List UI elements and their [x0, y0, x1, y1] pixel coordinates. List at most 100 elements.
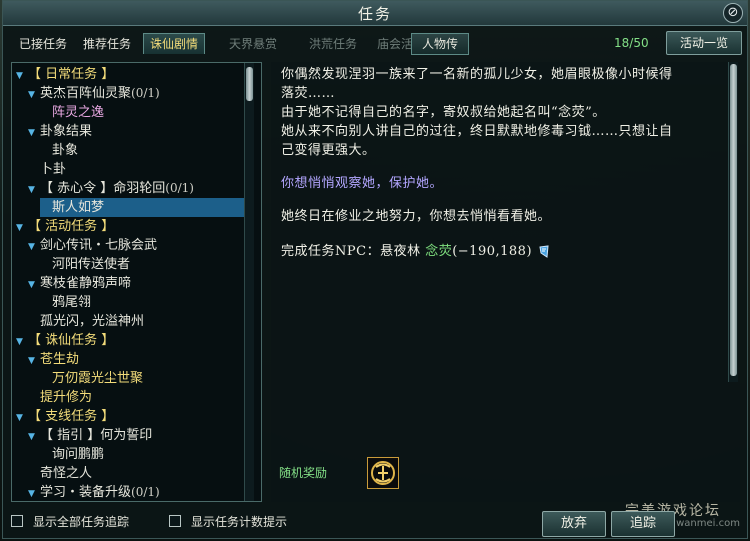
tree-category[interactable]: ▼ 【 日常任务 】	[16, 65, 114, 84]
tree-item-label: 孤光闪，光溢神州	[40, 314, 145, 329]
triangle-down-icon[interactable]: ▼	[28, 238, 40, 257]
tab-story[interactable]: 诛仙剧情	[143, 33, 206, 54]
triangle-down-icon[interactable]: ▼	[28, 428, 40, 447]
tree-item-label: 寒枝雀静鸦声啼	[40, 276, 132, 291]
tree-item-label: 卜卦	[40, 162, 67, 177]
tree-item-progress: (0/1)	[131, 86, 160, 100]
tree-category[interactable]: ▼ 【 活动任务 】	[16, 217, 114, 236]
tree-item-label: 苍生劫	[40, 352, 80, 367]
tree-item[interactable]: 孤光闪，光溢神州	[40, 312, 144, 331]
show-all-tracking-checkbox[interactable]	[11, 515, 23, 527]
tree-item[interactable]: ▼ 寒枝雀静鸦声啼	[28, 274, 131, 293]
tab-accepted[interactable]: 已接任务	[13, 34, 73, 54]
show-count-option[interactable]: 显示任务计数提示	[169, 514, 287, 530]
tree-item[interactable]: 鸦尾翎	[52, 293, 91, 312]
quest-tree: ▼ 【 日常任务 】 ▼ 英杰百阵仙灵聚(0/1) 阵灵之逸 ▼ 卦象结果 卦象 卜卦 ▼ 【 赤心…	[11, 62, 262, 502]
tree-item-label: 【 支线任务 】	[28, 409, 115, 424]
detail-line: 由于她不记得自己的名字，寄奴叔给她起名叫“念荧”。	[281, 105, 606, 120]
tree-item-label: 卦象	[52, 143, 79, 158]
tree-item[interactable]: ▼ 学习・装备升级(0/1)	[28, 483, 160, 501]
tree-item[interactable]: ▼ 剑心传讯・七脉会武	[28, 236, 157, 255]
show-all-tracking-option[interactable]: 显示全部任务追踪	[11, 514, 129, 530]
tree-item[interactable]: 卦象	[52, 141, 78, 160]
tree-item[interactable]: 河阳传送使者	[52, 255, 130, 274]
tree-item[interactable]: 阵灵之逸	[52, 103, 104, 122]
tree-item[interactable]: 万仞霞光尘世聚	[52, 369, 143, 388]
triangle-down-icon[interactable]: ▼	[16, 409, 28, 428]
window-title: 任务	[357, 5, 392, 23]
detail-scroll-thumb[interactable]	[730, 64, 737, 376]
show-count-label: 显示任务计数提示	[191, 515, 288, 529]
tree-scrollbar[interactable]	[244, 63, 254, 501]
triangle-down-icon[interactable]: ▼	[28, 124, 40, 143]
detail-action: 她终日在修业之地努力，你想去悄悄看看她。	[281, 209, 552, 224]
triangle-down-icon[interactable]: ▼	[16, 333, 28, 352]
npc-prefix: 完成任务NPC：悬夜林	[281, 244, 426, 259]
locator-icon[interactable]	[538, 245, 550, 259]
tree-item-label: 【 诛仙任务 】	[28, 333, 115, 348]
tree-item-label: 河阳传送使者	[52, 257, 131, 272]
tree-item-label: 【 指引 】何为誓印	[40, 428, 153, 443]
detail-scrollbar[interactable]	[728, 62, 738, 382]
show-all-tracking-label: 显示全部任务追踪	[33, 515, 130, 529]
tree-item-progress: (0/1)	[165, 181, 194, 195]
npc-line: 完成任务NPC：悬夜林 念荧(−190,188)	[281, 242, 532, 261]
detail-hint: 你想悄悄观察她，保护她。	[281, 176, 444, 191]
tree-item-label: 【 日常任务 】	[28, 67, 115, 82]
tree-item[interactable]: 提升修为	[40, 388, 92, 407]
tree-item-label: 【 赤心令 】命羽轮回	[40, 181, 166, 196]
tab-primordial[interactable]: 洪荒任务	[303, 34, 363, 54]
triangle-down-icon[interactable]: ▼	[28, 86, 40, 105]
tree-item-label: 提升修为	[40, 390, 93, 405]
quest-detail-panel: 你偶然发现涅羽一族来了一名新的孤儿少女，她眉眼极像小时候得 落荧…… 由于她不记…	[271, 62, 740, 502]
detail-line: 你偶然发现涅羽一族来了一名新的孤儿少女，她眉眼极像小时候得	[281, 67, 673, 82]
triangle-down-icon[interactable]: ▼	[28, 276, 40, 295]
activity-overview-button[interactable]: 活动一览	[666, 31, 742, 55]
tree-item-label: 阵灵之逸	[52, 105, 105, 120]
tab-bounty[interactable]: 天界悬赏	[223, 34, 283, 54]
tree-item-label: 鸦尾翎	[52, 295, 92, 310]
tree-item-progress: (0/1)	[131, 485, 160, 499]
triangle-down-icon[interactable]: ▼	[28, 485, 40, 501]
tree-item[interactable]: ▼ 【 指引 】何为誓印	[28, 426, 152, 445]
show-count-checkbox[interactable]	[169, 515, 181, 527]
track-button[interactable]: 追踪	[611, 511, 675, 537]
tab-biography[interactable]: 人物传	[411, 33, 470, 55]
detail-line: 落荧……	[281, 86, 336, 101]
tree-item[interactable]: ▼ 卦象结果	[28, 122, 92, 141]
tree-item[interactable]: ▼ 英杰百阵仙灵聚(0/1)	[28, 84, 160, 103]
reward-label: 随机奖励	[279, 466, 328, 480]
tree-item-label: 学习・装备升级	[40, 485, 132, 500]
tree-item-label: 斯人如梦	[52, 200, 105, 215]
tree-category[interactable]: ▼ 【 诛仙任务 】	[16, 331, 114, 350]
tree-item[interactable]: ▼ 【 赤心令 】命羽轮回(0/1)	[28, 179, 194, 198]
tree-scroll-thumb[interactable]	[246, 67, 253, 101]
npc-link[interactable]: 念荧	[425, 244, 452, 259]
detail-line: 己变得更强大。	[281, 143, 376, 158]
quest-window: 任务 ⊘ 已接任务 推荐任务 诛仙剧情 天界悬赏 洪荒任务 庙会活动 人物传 1…	[2, 0, 748, 539]
tree-item-label: 询问鹏鹏	[52, 447, 105, 462]
tree-item-label: 剑心传讯・七脉会武	[40, 238, 158, 253]
close-icon[interactable]: ⊘	[723, 3, 743, 23]
tree-item[interactable]: 卜卦	[40, 160, 66, 179]
tree-item[interactable]: ▼ 苍生劫	[28, 350, 79, 369]
abandon-button[interactable]: 放弃	[542, 511, 606, 537]
reward-item-icon[interactable]	[367, 457, 399, 489]
npc-coords: (−190,188)	[452, 244, 533, 259]
tree-item-label: 奇怪之人	[40, 466, 93, 481]
triangle-down-icon[interactable]: ▼	[28, 352, 40, 371]
tree-item-label: 卦象结果	[40, 124, 93, 139]
triangle-down-icon[interactable]: ▼	[28, 181, 40, 200]
tree-item-label: 万仞霞光尘世聚	[52, 371, 144, 386]
tree-item-label: 【 活动任务 】	[28, 219, 115, 234]
tree-category[interactable]: ▼ 【 支线任务 】	[16, 407, 114, 426]
triangle-down-icon[interactable]: ▼	[16, 219, 28, 238]
triangle-down-icon[interactable]: ▼	[16, 67, 28, 86]
tab-recommended[interactable]: 推荐任务	[77, 34, 137, 54]
tree-item[interactable]: 斯人如梦	[40, 198, 252, 217]
quest-counter: 18/50	[614, 36, 649, 50]
tree-item-label: 英杰百阵仙灵聚	[40, 86, 132, 101]
title-bar[interactable]: 任务 ⊘	[3, 1, 747, 26]
tree-item[interactable]: 奇怪之人	[40, 464, 92, 483]
tree-item[interactable]: 询问鹏鹏	[52, 445, 104, 464]
